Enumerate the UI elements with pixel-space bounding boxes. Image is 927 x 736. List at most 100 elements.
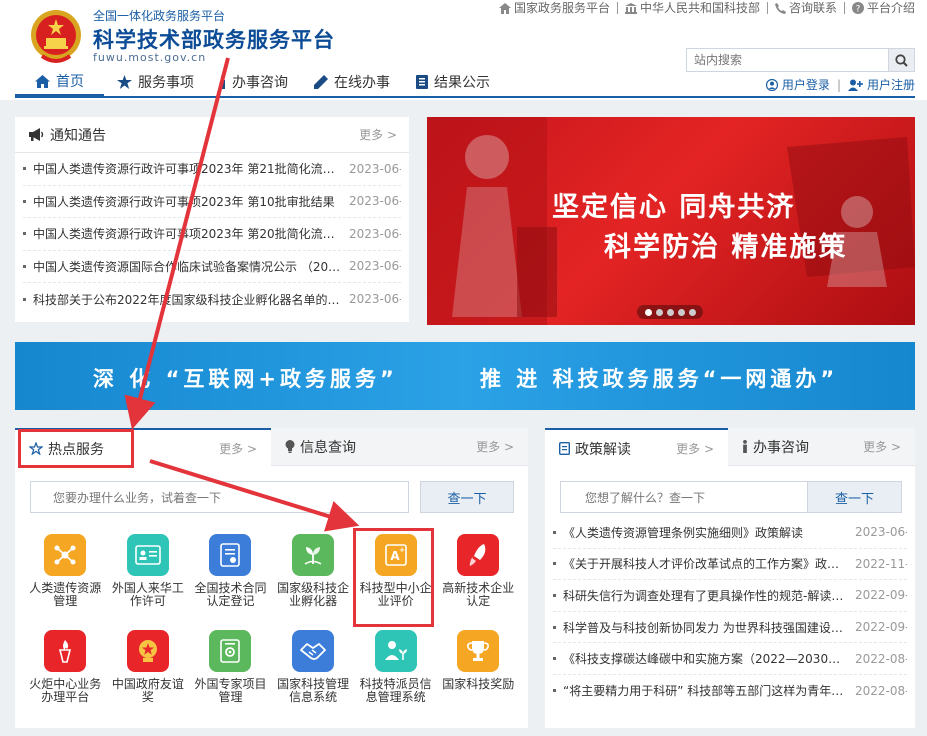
policy-date: 2023-06- (855, 525, 907, 540)
notice-date: 2023-06- (349, 161, 401, 176)
policy-item[interactable]: “将主要精力用于科研” 科技部等五部门这样为青年科研人员减负 2022-08- (553, 675, 907, 707)
service-icon-bg (292, 630, 335, 672)
tab-policy-interpretation[interactable]: 政策解读 更多 > (545, 428, 728, 467)
nav-online[interactable]: 在线办事 (301, 68, 403, 96)
top-link-about[interactable]: ? 平台介绍 (845, 2, 915, 14)
service-grid: 人类遗传资源管理 外国人来华工作许可 全国技术合同认定登记 国家级科技企业孵化器… (24, 534, 520, 726)
site-title[interactable]: 科学技术部政务服务平台 (93, 24, 335, 54)
nav-consult[interactable]: 办事咨询 (207, 68, 301, 96)
service-icon-bg (209, 534, 252, 576)
carousel-dot[interactable] (655, 308, 663, 316)
service-label: 外国专家项目管理 (194, 677, 267, 704)
register-link[interactable]: 用户注册 (847, 76, 915, 93)
consult-more-link[interactable]: 更多 > (863, 438, 901, 455)
bullet (553, 625, 556, 629)
policy-more-link[interactable]: 更多 > (676, 440, 714, 457)
question-icon: ? (851, 2, 864, 14)
service-icon-bg (457, 534, 500, 576)
service-icon-bg (126, 630, 169, 672)
policy-date: 2022-08- (855, 683, 907, 698)
notice-item[interactable]: 中国人类遗传资源行政许可事项2023年 第10批审批结果 2023-06- (23, 186, 401, 218)
nav-service-items[interactable]: 服务事项 (104, 68, 207, 96)
service-icon-bg (44, 630, 87, 672)
service-item[interactable]: 国家科技奖励 (437, 630, 520, 726)
policy-item[interactable]: 《科技支撑碳达峰碳中和实施方案（2022—2030年）》解读 2022-08- (553, 643, 907, 675)
top-link-label: 中华人民共和国科技部 (639, 1, 760, 15)
nav-divider (15, 96, 915, 98)
top-links: 国家政务服务平台 中华人民共和国科技部 咨询联系 ? 平台介绍 (492, 2, 915, 14)
notice-title: 通知通告 (50, 127, 106, 144)
building-icon (624, 2, 637, 14)
notice-item[interactable]: 科技部关于公布2022年度国家级科技企业孵化器名单的通知 2023-06- (23, 283, 401, 316)
notice-item[interactable]: 中国人类遗传资源行政许可事项2023年 第21批简化流程审批结果 2023-06- (23, 153, 401, 186)
notice-date: 2023-06- (349, 226, 401, 241)
policy-text: “将主要精力用于科研” 科技部等五部门这样为青年科研人员减负 (563, 684, 851, 699)
site-domain: fuwu.most.gov.cn (93, 51, 207, 64)
notice-date: 2023-06- (349, 259, 401, 274)
policy-text: 科研失信行为调查处理有了更具操作性的规范-解读科研失信行为调查处理规则 (563, 588, 851, 603)
service-item[interactable]: 火炬中心业务办理平台 (24, 630, 107, 726)
info-more-link[interactable]: 更多 > (476, 438, 514, 455)
site-search-input[interactable] (687, 49, 888, 71)
service-label: 国家科技管理信息系统 (277, 677, 350, 704)
notice-date: 2023-06- (349, 194, 401, 209)
service-item[interactable]: 国家级科技企业孵化器 (272, 534, 355, 630)
bullet (553, 657, 556, 661)
service-search-input[interactable]: 您要办理什么业务，试着查一下 (30, 481, 409, 513)
auth-separator: | (836, 77, 841, 92)
nav-results[interactable]: 结果公示 (403, 68, 503, 96)
notice-item[interactable]: 中国人类遗传资源行政许可事项2023年 第20批简化流程审批结果 2023-06- (23, 218, 401, 251)
carousel-dot[interactable] (677, 308, 685, 316)
top-link-contact[interactable]: 咨询联系 (768, 2, 845, 14)
policy-item[interactable]: 《关于开展科技人才评价改革试点的工作方案》政策解读 2022-11- (553, 549, 907, 581)
service-item[interactable]: 全国技术合同认定登记 (189, 534, 272, 630)
service-item[interactable]: 中国政府友谊奖 (107, 630, 190, 726)
notice-list: 中国人类遗传资源行政许可事项2023年 第21批简化流程审批结果 2023-06-… (15, 153, 409, 316)
service-search-button[interactable]: 查一下 (420, 481, 514, 513)
tab-info-query[interactable]: 信息查询 更多 > (271, 428, 528, 465)
policy-search-button[interactable]: 查一下 (807, 481, 902, 513)
service-icon-bg (44, 534, 87, 576)
login-link[interactable]: 用户登录 (765, 76, 830, 93)
service-item[interactable]: 外国专家项目管理 (189, 630, 272, 726)
policy-item[interactable]: 科学普及与科技创新协同发力 为世界科技强国建设提供有力支撑 2022-09- (553, 612, 907, 644)
sprout-icon (304, 547, 322, 565)
site-search-button[interactable] (888, 49, 914, 71)
pencil-icon (314, 75, 328, 89)
nav-label: 办事咨询 (232, 75, 288, 91)
service-icon-bg (126, 534, 169, 576)
person-plant-icon (384, 641, 407, 660)
notice-text: 科技部关于公布2022年度国家级科技企业孵化器名单的通知 (33, 292, 343, 307)
service-item[interactable]: 国家科技管理信息系统 (272, 630, 355, 726)
medal-icon (138, 640, 157, 662)
carousel-dots (637, 305, 703, 319)
top-link-label: 国家政务服务平台 (513, 1, 610, 15)
bullet (553, 562, 556, 566)
notice-text: 中国人类遗传资源行政许可事项2023年 第10批审批结果 (33, 194, 335, 209)
service-item[interactable]: 高新技术企业认定 (437, 534, 520, 630)
top-link-most[interactable]: 中华人民共和国科技部 (618, 2, 768, 14)
service-item[interactable]: 外国人来华工作许可 (107, 534, 190, 630)
nav-home[interactable]: 首页 (15, 68, 104, 96)
top-link-national-platform[interactable]: 国家政务服务平台 (492, 2, 618, 14)
nav-label: 在线办事 (334, 75, 390, 91)
document-icon (416, 75, 428, 89)
notice-item[interactable]: 中国人类遗传资源国际合作临床试验备案情况公示 （2023年） 2023-06- (23, 251, 401, 283)
policy-search-input[interactable]: 您想了解什么？查一下 (560, 481, 808, 513)
service-item[interactable]: 人类遗传资源管理 (24, 534, 107, 630)
carousel-dot[interactable] (688, 308, 696, 316)
notice-text: 中国人类遗传资源行政许可事项2023年 第21批简化流程审批结果 (33, 162, 343, 177)
nav-label: 服务事项 (138, 75, 194, 91)
service-item[interactable]: 科技特派员信息管理系统 (354, 630, 437, 726)
bullet (23, 264, 26, 268)
carousel-dot[interactable] (644, 308, 652, 316)
notice-more-link[interactable]: 更多 > (359, 126, 397, 143)
carousel-dot[interactable] (666, 308, 674, 316)
hero-banner[interactable]: 坚定信心 同舟共济 科学防治 精准施策 (427, 117, 915, 325)
policy-item[interactable]: 科研失信行为调查处理有了更具操作性的规范-解读科研失信行为调查处理规则 2022-… (553, 580, 907, 612)
policy-item[interactable]: 《人类遗传资源管理条例实施细则》政策解读 2023-06- (553, 517, 907, 549)
tab-consult[interactable]: 办事咨询 更多 > (728, 428, 915, 465)
hot-more-link[interactable]: 更多 > (219, 440, 257, 457)
bullet (553, 689, 556, 693)
gear-doc-icon (220, 639, 241, 663)
